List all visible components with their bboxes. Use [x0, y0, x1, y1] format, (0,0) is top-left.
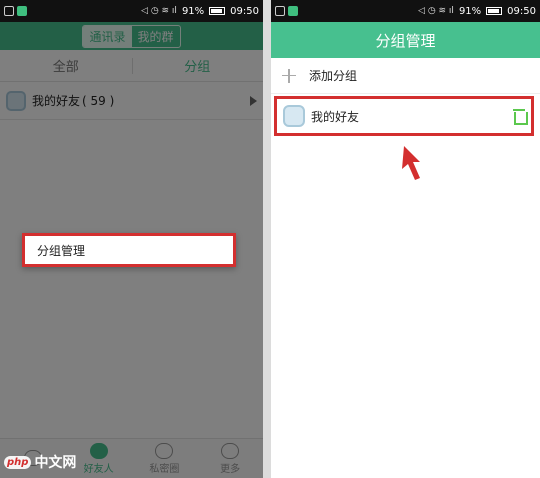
- status-bar: ◁ ◷ ≋ ıl 91% 09:50: [0, 0, 263, 22]
- app-notification-icon: [17, 6, 27, 16]
- trash-icon[interactable]: [513, 109, 528, 125]
- right-phone-screen: ◁ ◷ ≋ ıl 91% 09:50 分组管理 添加分组: [271, 0, 540, 478]
- signal-icons: ◁ ◷ ≋ ıl: [141, 6, 177, 16]
- signal-icons: ◁ ◷ ≋ ıl: [418, 6, 454, 16]
- watermark-logo: php: [4, 455, 32, 469]
- clock: 09:50: [230, 5, 259, 17]
- screenshot-icon: [275, 6, 285, 16]
- watermark: php 中文网: [4, 452, 76, 472]
- status-left-icons: [4, 6, 27, 16]
- context-menu-item-label: 分组管理: [37, 243, 86, 258]
- screenshot-icon: [4, 6, 14, 16]
- battery-icon: [486, 7, 503, 15]
- page-title: 分组管理: [375, 31, 436, 50]
- battery-percent: 91%: [458, 5, 482, 17]
- battery-icon: [209, 7, 226, 15]
- group-manage-header: 分组管理: [271, 22, 540, 58]
- status-left-icons: [275, 6, 298, 16]
- add-group-row[interactable]: 添加分组: [271, 58, 540, 94]
- app-notification-icon: [288, 6, 298, 16]
- status-bar: ◁ ◷ ≋ ıl 91% 09:50: [271, 0, 540, 22]
- clock: 09:50: [507, 5, 536, 17]
- group-row-my-friends-selected[interactable]: 我的好友: [274, 96, 534, 136]
- battery-percent: 91%: [181, 5, 205, 17]
- status-right-icons: ◁ ◷ ≋ ıl 91% 09:50: [418, 6, 536, 17]
- add-group-label: 添加分组: [309, 69, 358, 83]
- status-right-icons: ◁ ◷ ≋ ıl 91% 09:50: [141, 6, 259, 17]
- screenshot-stage: ◁ ◷ ≋ ıl 91% 09:50 通讯录 我的群 全部 分组 我的好友 ( …: [0, 0, 540, 478]
- left-phone-screen: ◁ ◷ ≋ ıl 91% 09:50 通讯录 我的群 全部 分组 我的好友 ( …: [0, 0, 263, 478]
- group-name: 我的好友: [311, 109, 360, 124]
- red-pointer-arrow-icon: [402, 146, 420, 180]
- group-avatar-icon: [283, 105, 305, 127]
- watermark-text: 中文网: [34, 455, 77, 471]
- context-menu-group-manage[interactable]: 分组管理: [22, 233, 236, 267]
- plus-icon: [281, 68, 297, 84]
